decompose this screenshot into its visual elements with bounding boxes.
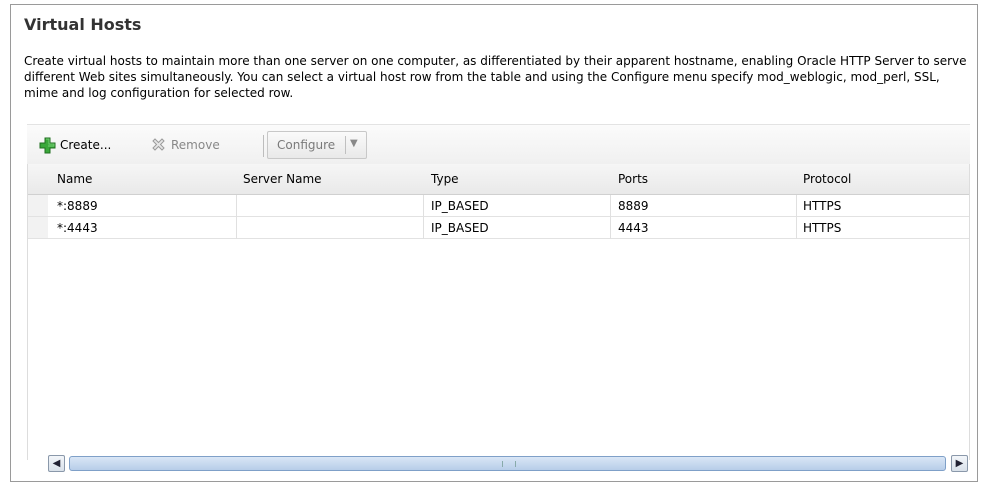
section-description: Create virtual hosts to maintain more th… <box>24 54 967 100</box>
cell-name: *:4443 <box>57 221 98 235</box>
arrow-right-icon[interactable]: ▶ <box>951 455 968 472</box>
column-divider <box>610 195 611 239</box>
table-header: Name Server Name Type Ports Protocol <box>28 164 969 195</box>
configure-menu-button[interactable]: Configure ▼ <box>267 131 367 159</box>
chevron-down-icon[interactable]: ▼ <box>350 138 358 149</box>
cell-name: *:8889 <box>57 199 98 213</box>
cell-ports: 8889 <box>618 199 649 213</box>
arrow-left-icon[interactable]: ◀ <box>48 455 65 472</box>
remove-button[interactable]: Remove <box>150 134 220 156</box>
cell-protocol: HTTPS <box>803 221 842 235</box>
column-header-type[interactable]: Type <box>431 172 459 186</box>
configure-divider <box>345 136 346 154</box>
column-header-protocol[interactable]: Protocol <box>803 172 851 186</box>
table-row[interactable]: *:4443 IP_BASED 4443 HTTPS <box>28 217 969 239</box>
column-header-name[interactable]: Name <box>57 172 92 186</box>
table-row[interactable]: *:8889 IP_BASED 8889 HTTPS <box>28 195 969 217</box>
scrollbar-thumb[interactable] <box>69 456 946 471</box>
toolbar-divider <box>263 135 264 157</box>
virtual-hosts-table: Name Server Name Type Ports Protocol *:8… <box>27 164 970 460</box>
create-button[interactable]: Create... <box>39 134 111 156</box>
column-header-ports[interactable]: Ports <box>618 172 648 186</box>
cell-type: IP_BASED <box>431 199 489 213</box>
remove-x-icon <box>150 137 167 154</box>
cell-ports: 4443 <box>618 221 649 235</box>
row-selector[interactable] <box>28 195 48 216</box>
column-divider <box>796 195 797 239</box>
column-header-server-name[interactable]: Server Name <box>243 172 322 186</box>
plus-icon <box>39 137 56 154</box>
grip-icon <box>502 461 516 467</box>
table-toolbar: Create... Remove Configure ▼ <box>27 124 970 164</box>
remove-label: Remove <box>171 138 220 152</box>
column-divider <box>236 195 237 239</box>
horizontal-scrollbar[interactable]: ◀ ▶ <box>48 455 970 472</box>
column-divider <box>423 195 424 239</box>
cell-protocol: HTTPS <box>803 199 842 213</box>
create-label: Create... <box>60 138 112 152</box>
row-selector[interactable] <box>28 217 48 238</box>
configure-label: Configure <box>277 138 336 152</box>
cell-type: IP_BASED <box>431 221 489 235</box>
page-title: Virtual Hosts <box>24 15 142 34</box>
